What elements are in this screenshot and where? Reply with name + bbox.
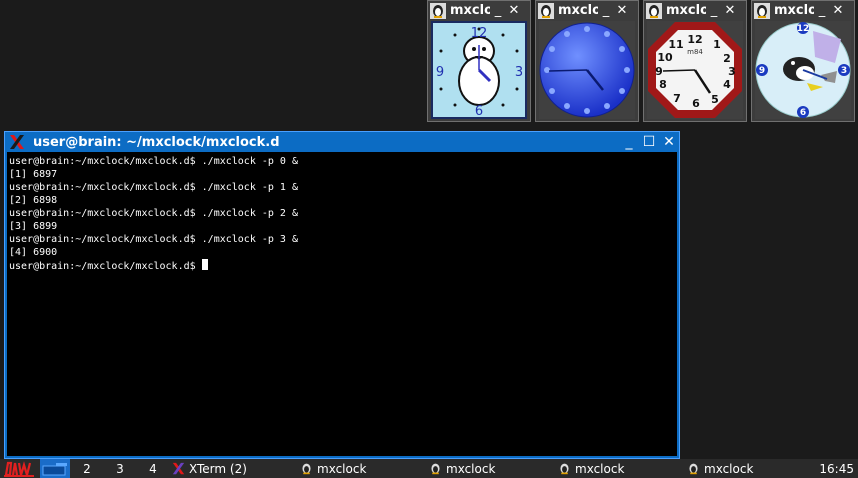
clock-numeral: 11: [668, 38, 683, 51]
mxclock-icon: [560, 463, 569, 475]
clock-numeral: 7: [673, 92, 681, 105]
terminal-line: user@brain:~/mxclock/mxclock.d$ ./mxcloc…: [9, 182, 298, 193]
clock-face-blue: [539, 21, 635, 119]
clock-window-title: mxclock: [774, 3, 814, 18]
start-menu-button[interactable]: [4, 459, 38, 478]
minimize-button[interactable]: _: [598, 3, 614, 19]
minimize-button[interactable]: _: [490, 3, 506, 19]
task-mxclock-3[interactable]: mxclock: [558, 459, 624, 478]
taskbar-clock[interactable]: 16:45: [819, 459, 854, 478]
task-label: XTerm (2): [189, 461, 247, 476]
clock-window-title: mxclock: [558, 3, 598, 18]
mxclock-icon: [689, 463, 698, 475]
clock-window-title: mxclock: [666, 3, 706, 18]
maximize-button[interactable]: ☐: [639, 134, 659, 150]
xterm-window[interactable]: user@brain: ~/mxclock/mxclock.d _ ☐ ✕ us…: [4, 131, 680, 459]
mxclock-icon: [431, 463, 440, 475]
task-label: mxclock: [446, 461, 496, 476]
terminal-line: user@brain:~/mxclock/mxclock.d$ ./mxcloc…: [9, 208, 298, 219]
task-mxclock-1[interactable]: mxclock: [300, 459, 366, 478]
terminal-prompt-line: user@brain:~/mxclock/mxclock.d$: [9, 259, 677, 272]
minimize-button[interactable]: _: [814, 3, 830, 19]
pager-icon: [42, 461, 68, 476]
clock-brand: m84: [687, 48, 703, 56]
terminal-line: user@brain:~/mxclock/mxclock.d$ ./mxcloc…: [9, 234, 298, 245]
terminal-line: user@brain:~/mxclock/mxclock.d$ ./mxcloc…: [9, 156, 298, 167]
terminal-output[interactable]: user@brain:~/mxclock/mxclock.d$ ./mxcloc…: [7, 152, 677, 456]
clock-numeral: 12: [471, 26, 488, 41]
workspace-1-pager[interactable]: [40, 459, 70, 478]
task-mxclock-2[interactable]: mxclock: [429, 459, 495, 478]
clock-numeral: 6: [800, 108, 806, 118]
clock-window-1[interactable]: mxclock _ ✕ 12 3 6 9: [427, 0, 531, 122]
terminal-line: [2] 6898: [9, 195, 58, 206]
close-button[interactable]: ✕: [722, 3, 738, 19]
clock-window-4-titlebar[interactable]: mxclock _ ✕: [752, 1, 854, 20]
task-label: mxclock: [575, 461, 625, 476]
minimize-button[interactable]: _: [619, 134, 639, 150]
task-xterm[interactable]: XTerm (2): [172, 459, 247, 478]
terminal-prompt: user@brain:~/mxclock/mxclock.d$: [9, 261, 202, 272]
terminal-line: [1] 6897: [9, 169, 58, 180]
workspace-4-button[interactable]: 4: [143, 459, 163, 478]
close-button[interactable]: ✕: [614, 3, 630, 19]
clock-numeral: 3: [728, 65, 736, 78]
clock-numeral: 1: [713, 38, 721, 51]
clock-numeral: 3: [841, 66, 847, 76]
mxclock-icon: [302, 463, 311, 475]
clock-numeral: 3: [515, 65, 523, 80]
clock-face-penguin: 12 3 6 9: [431, 21, 527, 119]
clock-numeral: 5: [711, 93, 719, 106]
terminal-cursor: [201, 259, 208, 270]
clock-window-4[interactable]: mxclock _ ✕ 12 3 6 9: [751, 0, 855, 122]
task-mxclock-4[interactable]: mxclock: [687, 459, 753, 478]
clock-numeral: 12: [687, 33, 702, 46]
taskbar: 2 3 4 XTerm (2) mxclock mxclock mxclock …: [0, 459, 858, 478]
xterm-titlebar[interactable]: user@brain: ~/mxclock/mxclock.d _ ☐ ✕: [5, 132, 679, 152]
mxclock-icon: [754, 2, 770, 19]
clock-numeral: 6: [475, 104, 483, 119]
mxclock-icon: [430, 2, 446, 19]
task-label: mxclock: [317, 461, 367, 476]
clock-face-round-penguin: 12 3 6 9: [755, 21, 851, 119]
jwm-logo-icon: [4, 460, 34, 477]
clock-window-3[interactable]: mxclock _ ✕ 12 1 2 3 4 5 6 7 8 9 10 11 m…: [643, 0, 747, 122]
close-button[interactable]: ✕: [506, 3, 522, 19]
clock-window-3-titlebar[interactable]: mxclock _ ✕: [644, 1, 746, 20]
xterm-title: user@brain: ~/mxclock/mxclock.d: [33, 134, 280, 150]
clock-window-1-titlebar[interactable]: mxclock _ ✕: [428, 1, 530, 20]
clock-numeral: 10: [657, 51, 673, 64]
clock-numeral: 6: [692, 97, 700, 110]
clock-window-title: mxclock: [450, 3, 490, 18]
clock-face-octagon: 12 1 2 3 4 5 6 7 8 9 10 11 m84: [647, 21, 743, 119]
clock-numeral: 9: [759, 66, 765, 76]
clock-window-2[interactable]: mxclock _ ✕: [535, 0, 639, 122]
terminal-line: [3] 6899: [9, 221, 58, 232]
task-label: mxclock: [704, 461, 754, 476]
clock-window-2-titlebar[interactable]: mxclock _ ✕: [536, 1, 638, 20]
clock-numeral: 4: [723, 78, 731, 91]
minimize-button[interactable]: _: [706, 3, 722, 19]
x-logo-icon: [172, 462, 185, 475]
close-button[interactable]: ✕: [659, 134, 679, 150]
mxclock-icon: [538, 2, 554, 19]
clock-numeral: 9: [655, 65, 663, 78]
x-logo-icon: [10, 135, 24, 149]
terminal-line: [4] 6900: [9, 247, 58, 258]
clock-numeral: 2: [723, 52, 731, 65]
clock-numeral: 12: [797, 24, 810, 34]
close-button[interactable]: ✕: [830, 3, 846, 19]
workspace-3-button[interactable]: 3: [110, 459, 130, 478]
mxclock-icon: [646, 2, 662, 19]
clock-numeral: 9: [436, 65, 444, 80]
clock-numeral: 8: [659, 78, 667, 91]
workspace-2-button[interactable]: 2: [77, 459, 97, 478]
